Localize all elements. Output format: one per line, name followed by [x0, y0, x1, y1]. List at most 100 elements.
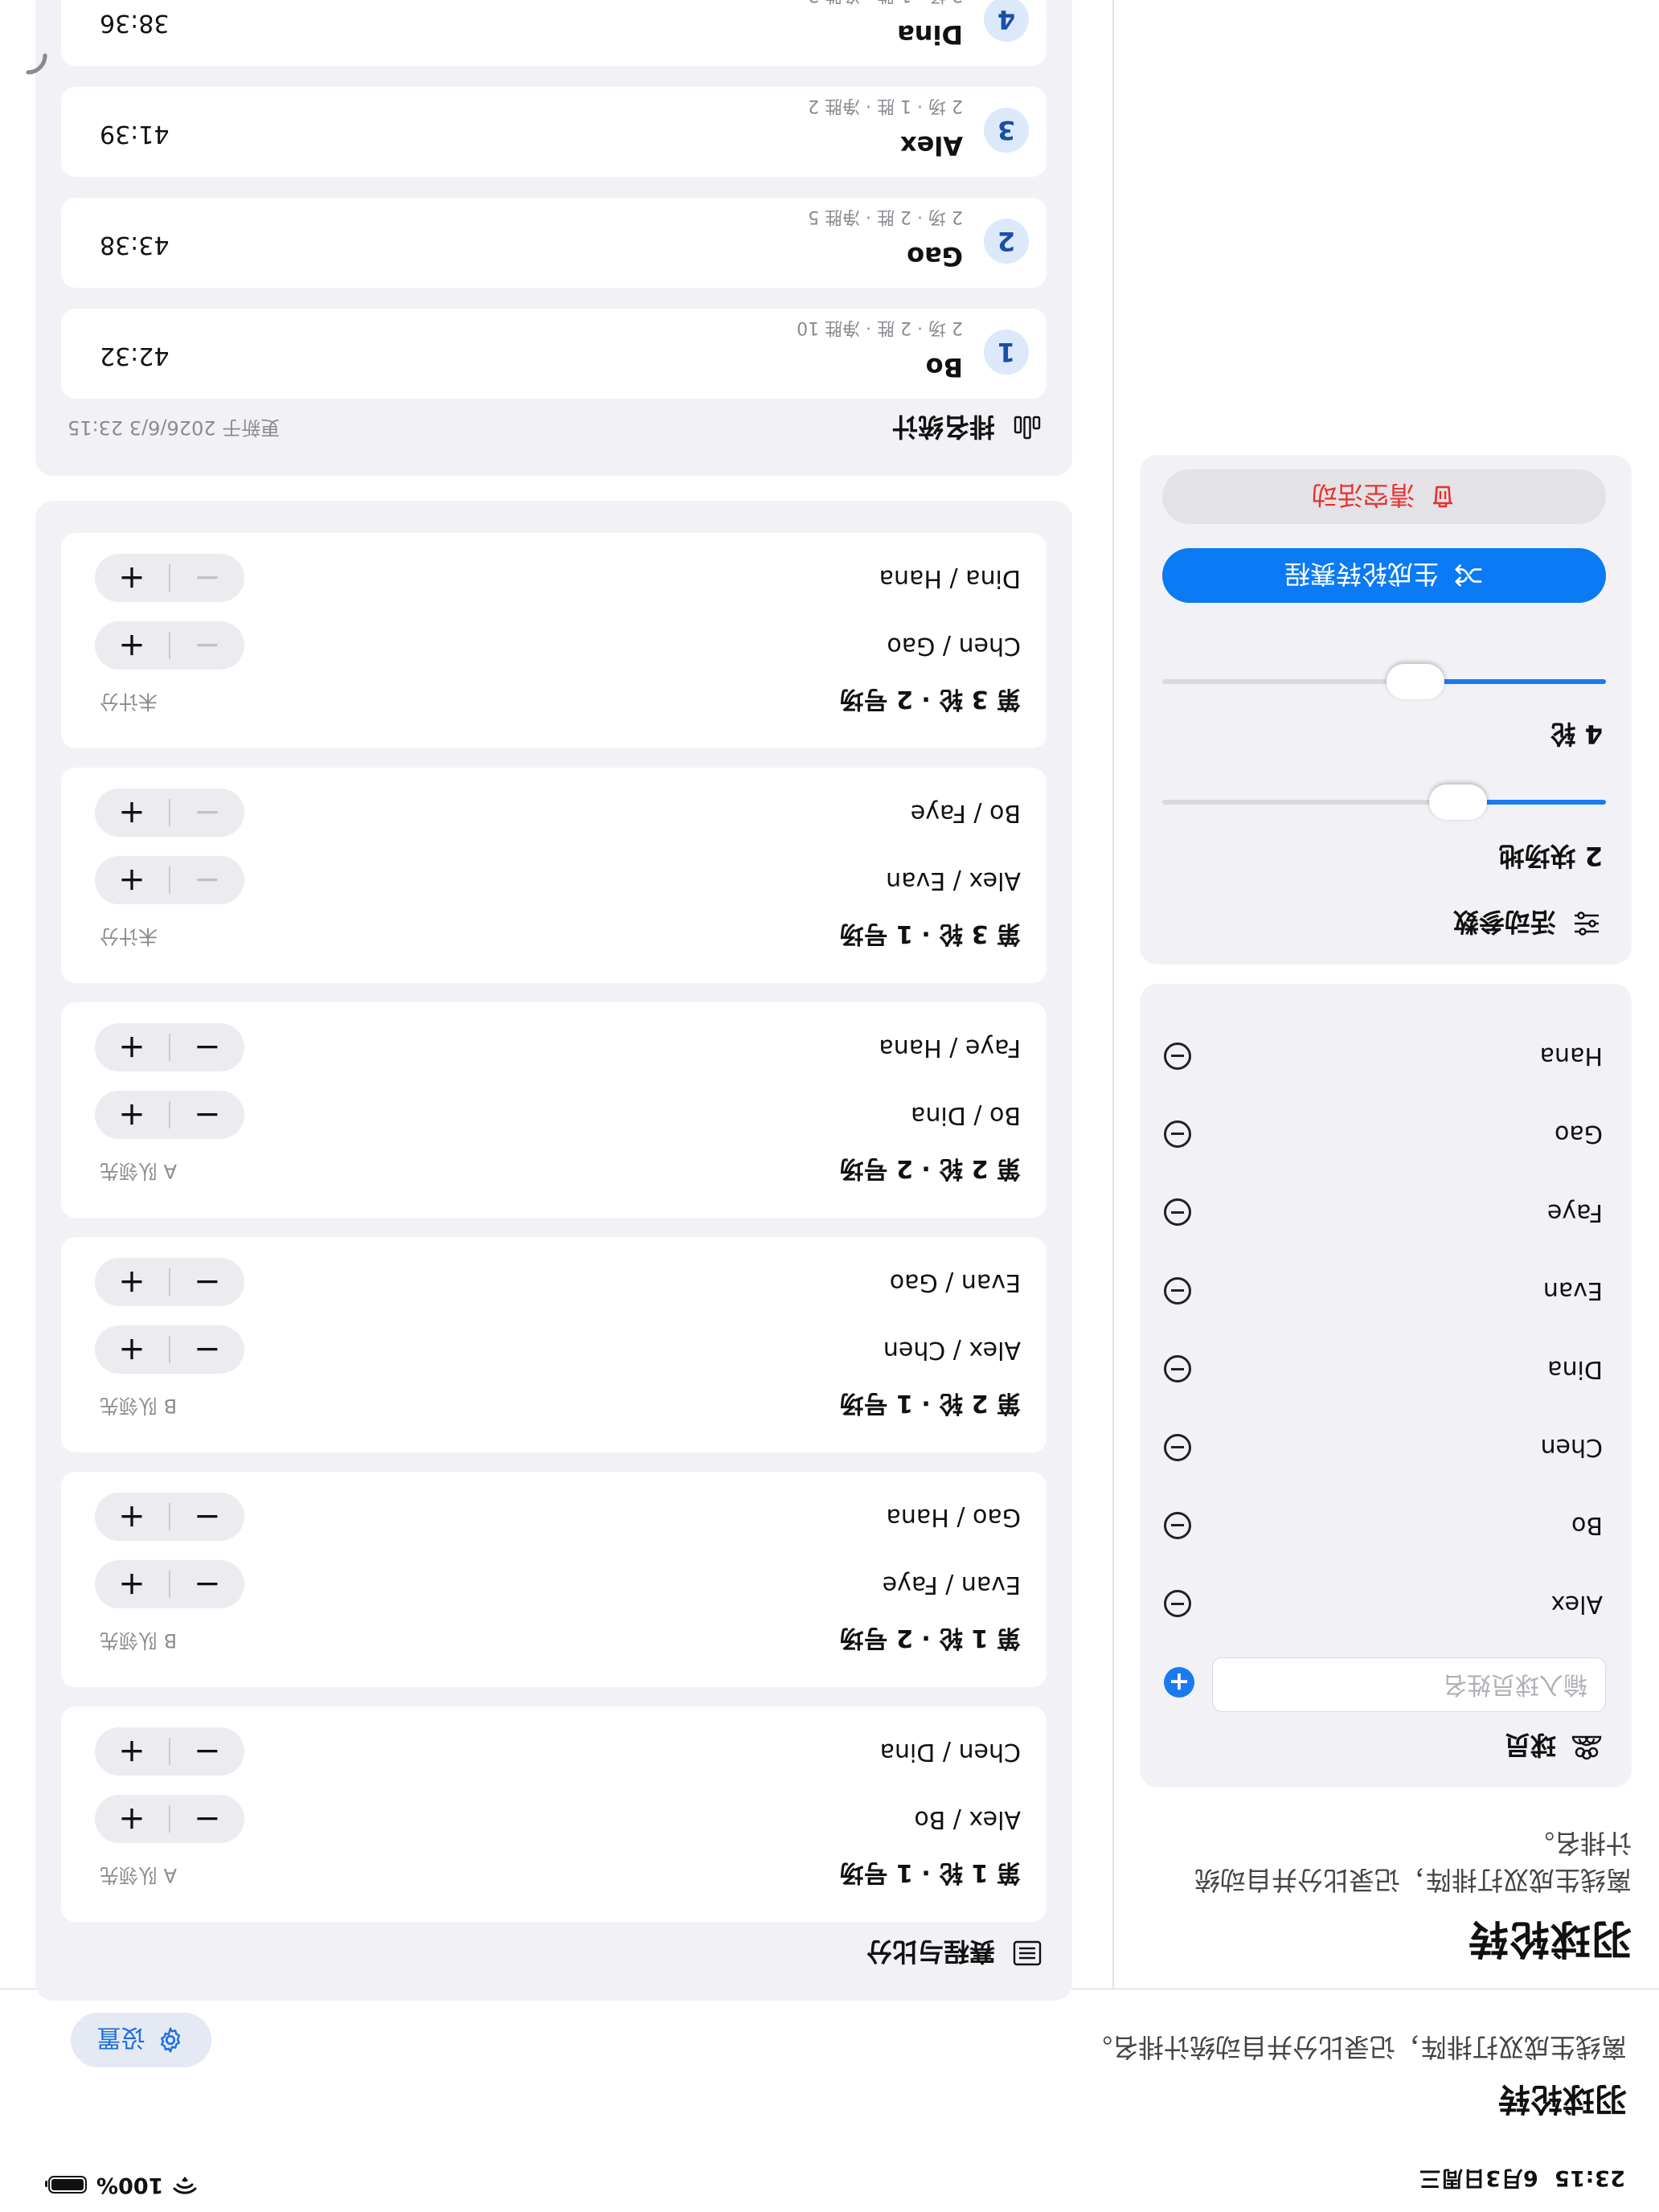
decrement-button[interactable]: − — [170, 1727, 244, 1776]
match-status: 未计分 — [100, 925, 158, 948]
match-card: 第 3 轮 · 2 号场 未计分 Chen / Gao − + Dina / Ha… — [61, 533, 1047, 748]
decrement-button[interactable]: − — [170, 856, 244, 904]
team-a-name: Bo / Dina — [911, 1101, 1021, 1129]
team-a-score-stepper[interactable]: − + — [95, 856, 244, 904]
decrement-button[interactable]: − — [170, 1258, 244, 1306]
generate-schedule-button[interactable]: 生成轮转赛程 — [1162, 548, 1606, 603]
remove-player-icon[interactable] — [1164, 1433, 1191, 1461]
courts-slider[interactable] — [1162, 784, 1606, 820]
team-a-score-stepper[interactable]: − + — [95, 1091, 244, 1139]
list-item: Gao — [1164, 1095, 1606, 1173]
match-title: 第 2 轮 · 1 号场 — [839, 1389, 1021, 1417]
remove-player-icon[interactable] — [1164, 1120, 1191, 1148]
team-b-name: Chen / Dina — [879, 1738, 1021, 1766]
trash-icon — [1433, 485, 1453, 508]
increment-button[interactable]: + — [95, 621, 169, 670]
increment-button[interactable]: + — [95, 1258, 169, 1306]
settings-button[interactable]: 设置 — [71, 2013, 211, 2067]
increment-button[interactable]: + — [95, 1560, 169, 1608]
players-heading-label: 球员 — [1504, 1730, 1556, 1760]
ranking-row: 4 Dina 2 场 · 1 胜 · 净胜 2 38:36 — [61, 0, 1047, 66]
params-card: 活动参数 2 块场地 4 轮 生成轮转赛程 清空活动 — [1140, 455, 1632, 965]
match-status: A 队领先 — [100, 1864, 178, 1886]
list-item: Evan — [1164, 1251, 1606, 1329]
add-player-button[interactable]: + — [1164, 1667, 1194, 1698]
match-status: 未计分 — [100, 690, 158, 713]
decrement-button[interactable]: − — [170, 1560, 244, 1608]
remove-player-icon[interactable] — [1164, 1198, 1191, 1227]
rank-player-name: Alex — [899, 130, 963, 161]
schedule-heading: 赛程与比分 — [866, 1935, 1043, 1972]
player-name-input[interactable] — [1212, 1657, 1606, 1712]
team-a-score-stepper[interactable]: − + — [95, 1795, 244, 1843]
decrement-button[interactable]: − — [170, 789, 244, 837]
settings-label: 设置 — [96, 2023, 145, 2051]
team-a-name: Chen / Gao — [887, 632, 1021, 660]
increment-button[interactable]: + — [95, 856, 169, 904]
generate-label: 生成轮转赛程 — [1284, 559, 1440, 589]
team-a-name: Evan / Faye — [882, 1571, 1021, 1599]
app-header: 羽球轮转 离线生成双打排阵，记录比分并自动统计排名。 设置 — [0, 1989, 1659, 2156]
team-b-score-stepper[interactable]: − + — [95, 1727, 244, 1776]
player-name: Faye — [1546, 1198, 1603, 1227]
schedule-heading-label: 赛程与比分 — [866, 1936, 995, 1967]
increment-button[interactable]: + — [95, 1795, 169, 1843]
remove-player-icon[interactable] — [1164, 1042, 1191, 1070]
decrement-button[interactable]: − — [170, 1091, 244, 1139]
team-b-score-stepper[interactable]: − + — [95, 554, 244, 602]
team-b-score-stepper[interactable]: − + — [95, 789, 244, 837]
player-name: Evan — [1542, 1276, 1603, 1305]
rounds-slider[interactable] — [1162, 664, 1606, 699]
team-a-score-stepper[interactable]: − + — [95, 1325, 244, 1374]
remove-player-icon[interactable] — [1164, 1511, 1191, 1539]
match-status: B 队领先 — [100, 1629, 178, 1652]
gear-icon — [161, 2027, 181, 2053]
increment-button[interactable]: + — [95, 1091, 169, 1139]
people-icon — [1571, 1735, 1602, 1760]
decrement-button[interactable]: − — [170, 554, 244, 602]
decrement-button[interactable]: − — [170, 1325, 244, 1374]
decrement-button[interactable]: − — [170, 1023, 244, 1071]
player-name: Hana — [1539, 1042, 1603, 1071]
rank-time: 43:38 — [100, 231, 170, 259]
battery-icon — [48, 2176, 87, 2194]
increment-button[interactable]: + — [95, 1727, 169, 1776]
team-b-score-stepper[interactable]: − + — [95, 1023, 244, 1071]
ranking-heading-label: 排名统计 — [891, 412, 995, 442]
team-b-score-stepper[interactable]: − + — [95, 1493, 244, 1541]
remove-player-icon[interactable] — [1164, 1355, 1191, 1383]
rank-time: 38:36 — [100, 9, 170, 37]
remove-player-icon[interactable] — [1164, 1590, 1191, 1618]
team-a-score-stepper[interactable]: − + — [95, 621, 244, 670]
rank-time: 41:39 — [100, 120, 170, 148]
increment-button[interactable]: + — [95, 1493, 169, 1541]
loading-spinner-icon — [26, 53, 47, 75]
decrement-button[interactable]: − — [170, 1795, 244, 1843]
team-a-name: Alex / Evan — [886, 866, 1021, 895]
team-a-name: Alex / Chen — [883, 1336, 1021, 1364]
clear-event-button[interactable]: 清空活动 — [1162, 469, 1606, 524]
remove-player-icon[interactable] — [1164, 1276, 1191, 1305]
slider-thumb[interactable] — [1429, 784, 1487, 820]
list-item: Bo — [1164, 1486, 1606, 1564]
team-a-name: Alex / Bo — [914, 1805, 1021, 1833]
player-name: Dina — [1547, 1354, 1603, 1383]
increment-button[interactable]: + — [95, 554, 169, 602]
battery-percent: 100% — [96, 2173, 164, 2198]
slider-thumb[interactable] — [1387, 664, 1445, 699]
players-card: 球员 + Alex Bo Chen Dina Evan Faye Gao Han… — [1140, 984, 1632, 1788]
team-b-name: Dina / Hana — [879, 564, 1021, 592]
app-screen: 23:15 6月3日周三 100% 羽球轮转 离线生成双打排阵，记录比分并自动统… — [0, 0, 1659, 2212]
rank-player-name: Bo — [925, 352, 963, 383]
player-name: Alex — [1550, 1589, 1603, 1618]
team-b-score-stepper[interactable]: − + — [95, 1258, 244, 1306]
team-a-score-stepper[interactable]: − + — [95, 1560, 244, 1608]
match-title: 第 1 轮 · 2 号场 — [839, 1624, 1021, 1652]
list-item: Alex — [1164, 1565, 1606, 1643]
increment-button[interactable]: + — [95, 1023, 169, 1071]
increment-button[interactable]: + — [95, 789, 169, 837]
match-status: A 队领先 — [100, 1160, 178, 1182]
decrement-button[interactable]: − — [170, 1493, 244, 1541]
decrement-button[interactable]: − — [170, 621, 244, 670]
increment-button[interactable]: + — [95, 1325, 169, 1374]
